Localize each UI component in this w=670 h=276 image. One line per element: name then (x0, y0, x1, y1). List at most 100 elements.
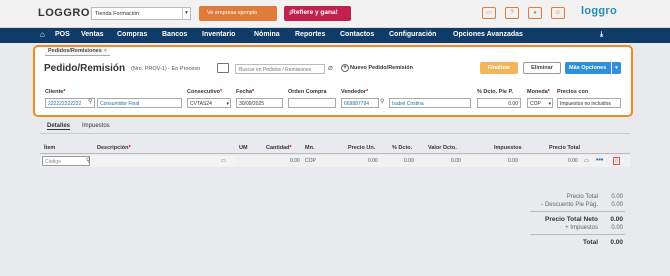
impuestos-total-label: + Impuestos (565, 225, 598, 231)
precio-total-value: 0.00 (611, 194, 623, 200)
top-header: LOGGRO Tienda Formación ▼ Ve empresa eje… (0, 0, 670, 28)
tab-label: Pedidos/Remisiones (48, 48, 102, 54)
precio-neto-label: Precio Total Neto (545, 216, 598, 223)
impuestos-cell: 0.00 (508, 158, 518, 164)
help-icon[interactable]: ? (505, 7, 519, 19)
refer-button[interactable]: ¡Refiere y gana! (284, 6, 351, 21)
close-icon[interactable]: × (104, 48, 107, 54)
orden-compra-input[interactable] (288, 98, 336, 108)
item-code-input[interactable]: Código (42, 156, 90, 166)
cliente-label: Cliente* (45, 89, 66, 95)
trash-icon[interactable]: ▯ (613, 157, 620, 165)
user-icon[interactable]: ☺ (551, 7, 565, 19)
chevron-down-icon: ▼ (182, 8, 190, 19)
descuento-input[interactable]: 0.00 (477, 98, 521, 108)
vendedor-id-input[interactable]: 669887794 (341, 98, 379, 108)
company-name: Tienda Formación (95, 11, 140, 17)
tab-pedidos-remisiones[interactable]: Pedidos/Remisiones × (45, 47, 111, 56)
row-comment-icon[interactable]: ▭ (584, 158, 589, 164)
header-item: Ítem (44, 145, 56, 151)
nav-item-reportes[interactable]: Reportes (295, 31, 325, 38)
tab-divider (40, 133, 630, 134)
nav-item-nomina[interactable]: Nómina (254, 31, 280, 38)
total-label: Total (582, 239, 598, 246)
chevron-down-icon: ▾ (611, 62, 621, 74)
page-title: Pedido/Remisión (44, 63, 126, 74)
nav-item-pos[interactable]: POS (55, 31, 70, 38)
cliente-name-input[interactable]: Consumidor Final (97, 98, 182, 108)
finalize-button[interactable]: Finalizar (480, 62, 518, 74)
impuestos-total-value: 0.00 (611, 225, 623, 231)
precios-con-label: Precios con (557, 89, 589, 95)
tab-detalles[interactable]: Detalles (47, 123, 71, 130)
nav-item-configuracion[interactable]: Configuración (389, 31, 436, 38)
header-moneda: Mn. (305, 145, 315, 151)
order-panel: Pedidos/Remisiones × Pedido/Remisión (Nro… (33, 45, 633, 117)
consecutivo-label: Consecutivo* (187, 89, 223, 95)
fecha-input[interactable]: 30/09/2025 (236, 98, 283, 108)
header-dcto: % Dcto. (392, 145, 413, 151)
company-selector[interactable]: Tienda Formación ▼ (91, 7, 191, 20)
precio-neto-value: 0.00 (610, 216, 623, 223)
download-icon[interactable]: ⤓ (600, 31, 603, 39)
chevron-down-icon: ▾ (548, 101, 551, 107)
total-value: 0.00 (610, 239, 623, 246)
nav-item-bancos[interactable]: Bancos (162, 31, 187, 38)
descuento-pie-value: 0.00 (611, 202, 623, 208)
attachment-icon[interactable]: ⌀ (328, 63, 333, 72)
dcto-cell[interactable]: 0.00 (404, 158, 414, 164)
nav-item-ventas[interactable]: Ventas (81, 31, 104, 38)
totals-divider (530, 234, 625, 235)
precio-total-label: Precio Total (566, 194, 598, 200)
moneda-select[interactable]: COP ▾ (527, 98, 553, 108)
search-icon[interactable]: ⚲ (380, 98, 384, 105)
vendedor-label: Vendedor* (341, 89, 369, 95)
precios-con-select[interactable]: Impuestos no incluidos (557, 98, 621, 108)
nav-item-opciones-avanzadas[interactable]: Opciones Avanzadas (453, 31, 523, 38)
home-icon[interactable]: ⌂ (40, 30, 45, 39)
example-company-button[interactable]: Ve empresa ejemplo (199, 6, 277, 21)
totals-divider (530, 211, 625, 212)
moneda-cell: COP (305, 158, 316, 164)
moneda-label: Moneda* (527, 89, 550, 95)
descuento-pie-label: - Descuento Pie Pág. (541, 202, 598, 208)
header-precio-un: Precio Un. (348, 145, 376, 151)
description-input[interactable] (95, 156, 235, 166)
search-input[interactable]: Buscar en Pedidos / Remisiones (235, 64, 325, 74)
new-order-label: Nuevo Pedido/Remisión (350, 65, 413, 71)
valor-dcto-cell: 0.00 (451, 158, 461, 164)
notifications-icon[interactable]: ● (528, 7, 542, 19)
nav-item-contactos[interactable]: Contactos (340, 31, 374, 38)
header-um: UM (239, 145, 248, 151)
main-nav: ⌂ POS Ventas Compras Bancos Inventario N… (0, 28, 670, 43)
tab-impuestos[interactable]: Impuestos (82, 123, 110, 129)
comment-icon[interactable] (217, 63, 229, 73)
nav-item-inventario[interactable]: Inventario (202, 31, 235, 38)
more-options-label: Más Opciones (569, 65, 607, 71)
nav-item-compras[interactable]: Compras (117, 31, 147, 38)
header-descripcion: Descripción* (97, 145, 131, 151)
cantidad-cell[interactable]: 0.00 (290, 158, 300, 164)
precio-total-cell: 0.00 (568, 158, 578, 164)
precio-un-cell[interactable]: 0.00 (368, 158, 378, 164)
header-precio-total: Precio Total (549, 145, 581, 151)
search-icon[interactable]: ⚲ (88, 98, 92, 105)
consecutivo-select[interactable]: CVTAS24 ▾ (187, 98, 231, 108)
comment-icon[interactable]: ▭ (221, 158, 226, 164)
more-icon[interactable]: ••• (596, 157, 603, 164)
table-header-divider (40, 153, 630, 154)
chevron-down-icon: ▾ (226, 101, 229, 107)
document-status: (Nro. PROV-1) - En Proceso (131, 66, 201, 72)
chat-icon[interactable]: ▭ (482, 7, 496, 19)
fecha-label: Fecha* (236, 89, 255, 95)
app-logo[interactable]: LOGGRO (38, 7, 90, 19)
header-valor-dcto: Valor Dcto. (428, 145, 457, 151)
search-icon[interactable]: ⚲ (86, 157, 90, 164)
loggro-brand-logo: loggro (581, 5, 618, 17)
new-order-button[interactable]: + Nuevo Pedido/Remisión (341, 64, 413, 72)
more-options-button[interactable]: Más Opciones ▾ (565, 62, 621, 74)
delete-button[interactable]: Eliminar (523, 62, 561, 74)
header-impuestos: Impuestos (494, 145, 522, 151)
header-cantidad: Cantidad* (266, 145, 292, 151)
vendedor-name-input[interactable]: Isabel Cristina (389, 98, 471, 108)
